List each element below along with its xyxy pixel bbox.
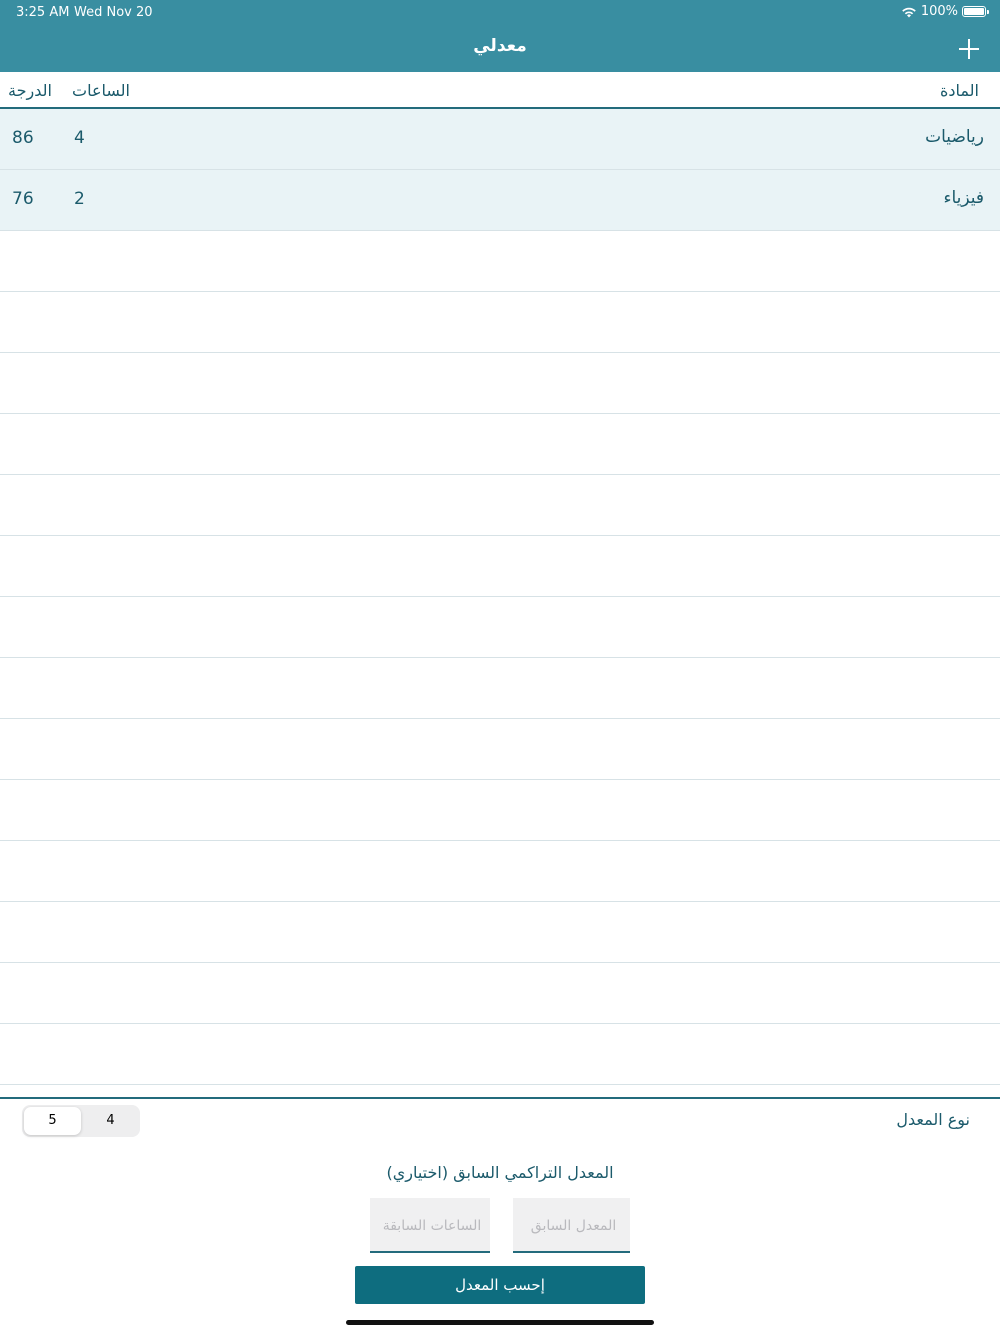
empty-row	[0, 597, 1000, 658]
gpa-type-option-5[interactable]: 5	[24, 1107, 81, 1135]
row-subject: رياضيات	[925, 127, 984, 147]
empty-row	[0, 963, 1000, 1024]
row-hours: 2	[74, 189, 85, 209]
empty-row	[0, 475, 1000, 536]
row-grade: 86	[12, 128, 34, 148]
battery-icon	[962, 6, 989, 17]
courses-list: رياضيات 4 86 فيزياء 2 76	[0, 109, 1000, 1085]
wifi-icon	[902, 7, 916, 17]
page-title: معدلي	[473, 36, 527, 56]
plus-icon[interactable]	[956, 36, 982, 62]
calculate-gpa-button[interactable]: إحسب المعدل	[355, 1266, 645, 1304]
empty-row	[0, 719, 1000, 780]
status-time: 3:25 AM	[16, 5, 70, 20]
gpa-type-label: نوع المعدل	[896, 1110, 970, 1129]
empty-row	[0, 353, 1000, 414]
empty-row	[0, 1024, 1000, 1085]
previous-gpa-label: المعدل التراكمي السابق (اختياري)	[386, 1163, 614, 1182]
table-row[interactable]: فيزياء 2 76	[0, 170, 1000, 231]
empty-row	[0, 414, 1000, 475]
empty-row	[0, 780, 1000, 841]
previous-gpa-field	[513, 1198, 634, 1253]
row-subject: فيزياء	[943, 188, 984, 208]
battery-percent: 100%	[920, 4, 958, 19]
empty-row	[0, 231, 1000, 292]
table-row[interactable]: رياضيات 4 86	[0, 109, 1000, 170]
header-hours: الساعات	[72, 81, 130, 100]
header-grade: الدرجة	[8, 81, 52, 100]
empty-row	[0, 536, 1000, 597]
status-date: Wed Nov 20	[74, 5, 153, 20]
navigation-bar: 3:25 AM Wed Nov 20 100% معدلي	[0, 0, 1000, 72]
status-indicators: 100%	[901, 4, 989, 19]
header-subject: المادة	[940, 81, 979, 100]
previous-hours-input[interactable]	[370, 1198, 494, 1253]
empty-row	[0, 902, 1000, 963]
row-hours: 4	[74, 128, 85, 148]
empty-row	[0, 841, 1000, 902]
gpa-type-option-4[interactable]: 4	[82, 1107, 139, 1135]
previous-gpa-input[interactable]	[513, 1198, 634, 1253]
row-grade: 76	[12, 189, 34, 209]
empty-row	[0, 292, 1000, 353]
home-indicator	[346, 1320, 654, 1325]
previous-hours-field	[370, 1198, 494, 1253]
empty-row	[0, 658, 1000, 719]
gpa-type-segmented-control: 5 4	[22, 1105, 140, 1137]
bottom-divider	[0, 1097, 1000, 1099]
